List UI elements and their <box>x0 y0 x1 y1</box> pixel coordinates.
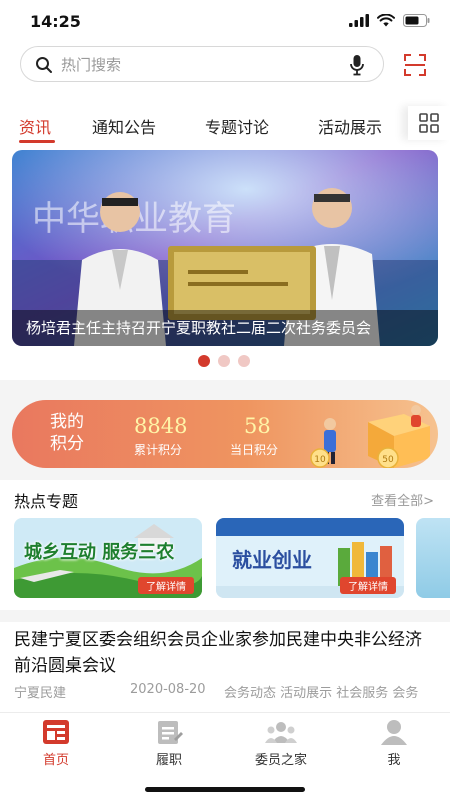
hot-topic-card-partial[interactable] <box>416 518 450 598</box>
profile-icon <box>381 720 407 745</box>
carousel-dot[interactable] <box>198 355 210 367</box>
duty-icon <box>158 721 183 744</box>
news-item-title[interactable]: 民建宁夏区委会组织会员企业家参加民建中央非公经济前沿圆桌会议 <box>14 627 438 679</box>
grid-icon <box>419 113 439 133</box>
hot-topics-header: 热点专题 查看全部> <box>0 480 450 514</box>
status-bar: 14:25 <box>0 0 450 44</box>
tabbar-item-members-home[interactable]: 委员之家 <box>236 719 326 768</box>
carousel-dot[interactable] <box>238 355 250 367</box>
hot-topic-card-employment-title: 就业创业 <box>232 548 312 572</box>
section-divider <box>0 610 450 622</box>
news-item-tags: 会务动态 活动展示 社会服务 会务 <box>224 686 419 700</box>
tabbar-members-label: 委员之家 <box>254 753 307 768</box>
category-grid-button[interactable] <box>408 106 450 140</box>
hot-topic-card-employment-detail[interactable]: 了解详情 <box>340 577 396 594</box>
news-item-source: 宁夏民建 <box>14 686 67 700</box>
tabbar-item-home[interactable]: 首页 <box>11 719 101 768</box>
tabbar-item-duty[interactable]: 履职 <box>124 719 214 768</box>
search-row <box>0 44 450 86</box>
my-points-card[interactable]: 我的 积分 8848 累计积分 58 当日积分 10 50 <box>12 400 438 468</box>
tab-topic-discussion[interactable]: 专题讨论 <box>205 114 269 138</box>
news-item-meta: 宁夏民建 2020-08-20 会务动态 活动展示 社会服务 会务 <box>14 682 438 700</box>
coin-50-text: 50 <box>382 455 394 465</box>
banner-carousel[interactable]: 中华职业教育 杨培君主任主持召开宁夏职教社二届二次社务委员会 <box>12 150 438 346</box>
category-tabs: 资讯 通知公告 专题讨论 活动展示 <box>0 106 450 144</box>
tabbar-duty-label: 履职 <box>155 753 182 768</box>
view-all-link[interactable]: 查看全部> <box>371 490 434 509</box>
tab-notices[interactable]: 通知公告 <box>92 114 156 138</box>
microphone-icon[interactable] <box>349 54 365 76</box>
members-icon <box>265 722 297 743</box>
carousel-indicator <box>198 355 250 367</box>
total-points-value: 8848 <box>134 414 188 438</box>
scan-icon[interactable] <box>404 54 426 76</box>
coin-10-text: 10 <box>314 455 326 465</box>
tabbar-home-label: 首页 <box>42 753 69 768</box>
carousel-dot[interactable] <box>218 355 230 367</box>
hot-topic-card-rural[interactable]: 城乡互动 服务三农 了解详情 <box>14 518 202 598</box>
points-illustration: 10 50 <box>310 405 430 468</box>
status-icons <box>349 14 430 27</box>
hot-topic-card-employment[interactable]: 就业创业 了解详情 <box>216 518 404 598</box>
my-points-label: 我的 积分 <box>50 411 84 455</box>
hot-topic-card-rural-title: 城乡互动 服务三农 <box>24 542 175 563</box>
today-points-value: 58 <box>244 414 271 438</box>
tabbar-profile-label: 我 <box>387 753 401 768</box>
search-input[interactable] <box>61 54 341 76</box>
battery-icon <box>403 14 430 27</box>
tabbar-item-profile[interactable]: 我 <box>349 719 439 768</box>
tab-news[interactable]: 资讯 <box>19 114 51 138</box>
today-points-label: 当日积分 <box>230 443 279 457</box>
home-indicator <box>145 787 305 792</box>
banner-caption[interactable]: 杨培君主任主持召开宁夏职教社二届二次社务委员会 <box>12 310 438 346</box>
news-item-date: 2020-08-20 <box>130 682 206 697</box>
my-points-label-line1: 我的 <box>50 412 84 432</box>
cellular-signal-icon <box>349 14 369 27</box>
search-box[interactable] <box>20 46 384 82</box>
hot-topics-list: 城乡互动 服务三农 了解详情 就业创业 了解详情 <box>0 518 450 600</box>
wifi-icon <box>377 14 395 27</box>
total-points-label: 累计积分 <box>134 443 183 457</box>
my-points-label-line2: 积分 <box>50 434 84 454</box>
search-icon <box>36 57 52 73</box>
home-icon <box>43 720 69 744</box>
hot-topic-card-rural-detail[interactable]: 了解详情 <box>138 577 194 594</box>
tab-activity-showcase[interactable]: 活动展示 <box>318 114 382 138</box>
status-time: 14:25 <box>30 12 81 31</box>
hot-topics-title: 热点专题 <box>14 492 79 511</box>
active-tab-indicator <box>19 140 55 143</box>
